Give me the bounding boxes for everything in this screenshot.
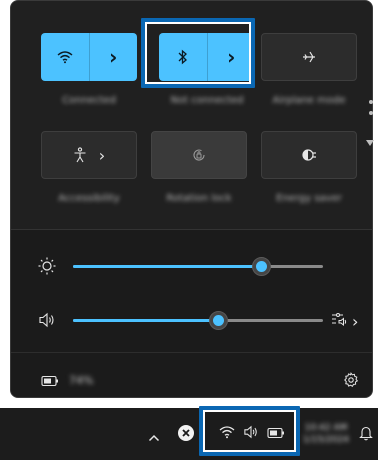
accessibility-label: Accessibility xyxy=(58,193,120,204)
rotation-lock-tile xyxy=(151,131,247,179)
airplane-tile[interactable] xyxy=(261,33,357,81)
page-indicator[interactable] xyxy=(368,100,374,122)
battery-status[interactable]: 74% xyxy=(41,374,93,387)
volume-slider-row: › xyxy=(11,306,372,334)
rotation-lock-icon xyxy=(191,147,207,163)
volume-fill xyxy=(73,319,218,322)
close-circle-icon[interactable] xyxy=(177,424,195,446)
energy-saver-label: Energy saver xyxy=(276,193,342,204)
wifi-toggle[interactable] xyxy=(41,33,89,81)
accessibility-icon xyxy=(73,147,87,163)
battery-percent: 74% xyxy=(69,374,94,387)
chevron-up-icon[interactable] xyxy=(148,428,160,447)
speaker-icon xyxy=(242,424,260,443)
taskbar: 10:42 AM 1/15/2024 xyxy=(0,408,378,460)
wifi-tile[interactable]: › xyxy=(41,33,137,81)
battery-icon xyxy=(41,375,59,387)
bluetooth-icon xyxy=(177,49,189,65)
quick-settings-panel: › Connected › Not connected Airplane mod… xyxy=(10,0,373,398)
accessibility-tile[interactable]: › xyxy=(41,131,137,179)
volume-slider[interactable] xyxy=(73,319,323,322)
airplane-icon xyxy=(301,49,317,65)
clock[interactable]: 10:42 AM 1/15/2024 xyxy=(302,420,350,448)
sliders-section: › 74% xyxy=(11,229,372,397)
brightness-icon xyxy=(37,256,57,276)
next-page-icon[interactable] xyxy=(366,140,374,146)
wifi-icon xyxy=(57,50,73,64)
bluetooth-label: Not connected xyxy=(170,95,244,106)
bell-icon[interactable] xyxy=(359,425,373,445)
energy-saver-tile[interactable] xyxy=(261,131,357,179)
wifi-label: Connected xyxy=(62,95,116,106)
brightness-slider-row xyxy=(11,252,372,280)
volume-thumb[interactable] xyxy=(209,311,228,330)
rotation-lock-label: Rotation lock xyxy=(166,193,232,204)
audio-output-button[interactable]: › xyxy=(331,311,358,331)
airplane-label: Airplane mode xyxy=(272,95,346,106)
brightness-thumb[interactable] xyxy=(251,257,271,276)
brightness-fill xyxy=(73,265,261,268)
chevron-right-icon: › xyxy=(109,45,118,69)
clock-time: 10:42 AM xyxy=(304,423,348,433)
chevron-right-icon: › xyxy=(227,45,236,69)
accessibility-more-button[interactable]: › xyxy=(99,146,105,165)
clock-date: 1/15/2024 xyxy=(302,435,350,445)
bluetooth-tile[interactable]: › xyxy=(159,33,255,81)
gear-icon[interactable] xyxy=(343,372,359,388)
system-tray-icons[interactable] xyxy=(212,418,292,448)
energy-saver-icon xyxy=(300,148,318,162)
wifi-icon xyxy=(219,424,235,443)
brightness-slider[interactable] xyxy=(73,265,323,268)
chevron-right-icon: › xyxy=(352,311,359,331)
battery-icon xyxy=(267,424,285,443)
bluetooth-more-button[interactable]: › xyxy=(208,33,256,81)
bluetooth-toggle[interactable] xyxy=(159,33,207,81)
audio-output-icon xyxy=(331,311,349,331)
speaker-icon[interactable] xyxy=(38,312,56,328)
wifi-more-button[interactable]: › xyxy=(90,33,138,81)
